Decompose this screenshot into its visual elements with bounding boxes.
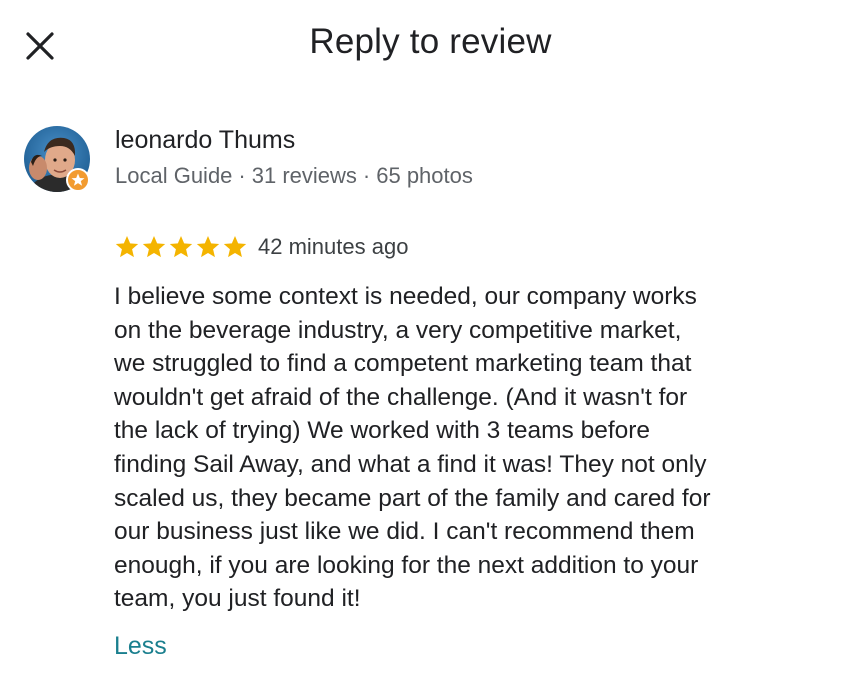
less-link[interactable]: Less xyxy=(114,632,167,661)
local-guide-star-icon xyxy=(66,168,90,192)
review-line: on the beverage industry, a very competi… xyxy=(114,316,682,344)
separator: · xyxy=(362,163,371,188)
separator: · xyxy=(238,163,246,188)
star-rating xyxy=(114,234,248,260)
reply-to-review-screen: Reply to review leonardo Thums Local Gui… xyxy=(0,0,861,675)
review-line: wouldn't get afraid of the challenge. (A… xyxy=(114,383,688,411)
star-icon xyxy=(115,235,139,258)
review-line: scaled us, they became part of the famil… xyxy=(114,484,711,512)
star-icon xyxy=(196,235,220,258)
review-time: 42 minutes ago xyxy=(258,234,409,259)
reviewer-info: leonardo Thums Local Guide · 31 reviews · 65… xyxy=(24,124,824,194)
local-guide-label: Local Guide xyxy=(115,163,233,188)
reviewer-name[interactable]: leonardo Thums xyxy=(115,126,295,155)
review-line: we struggled to find a competent marketi… xyxy=(114,350,692,378)
review-line: enough, if you are looking for the next … xyxy=(114,551,699,579)
review-line: team, you just found it! xyxy=(114,585,361,613)
review-line: the lack of trying) We worked with 3 tea… xyxy=(114,417,651,445)
star-icon xyxy=(169,235,193,258)
star-icon xyxy=(223,235,247,258)
reviewer-meta: Local Guide · 31 reviews · 65 photos xyxy=(115,163,473,189)
review-line: I believe some context is needed, our co… xyxy=(114,283,697,310)
star-icon xyxy=(142,235,166,258)
page-title: Reply to review xyxy=(309,22,552,61)
review-line: our business just like we did. I can't r… xyxy=(114,518,695,546)
review-line: finding Sail Away, and what a find it wa… xyxy=(114,450,707,478)
header: Reply to review xyxy=(0,0,861,95)
rating-row: 42 minutes ago xyxy=(114,232,408,262)
review-text: I believe some context is needed, our co… xyxy=(114,280,834,616)
review-count: 31 reviews xyxy=(251,163,357,188)
photo-count: 65 photos xyxy=(376,163,473,188)
